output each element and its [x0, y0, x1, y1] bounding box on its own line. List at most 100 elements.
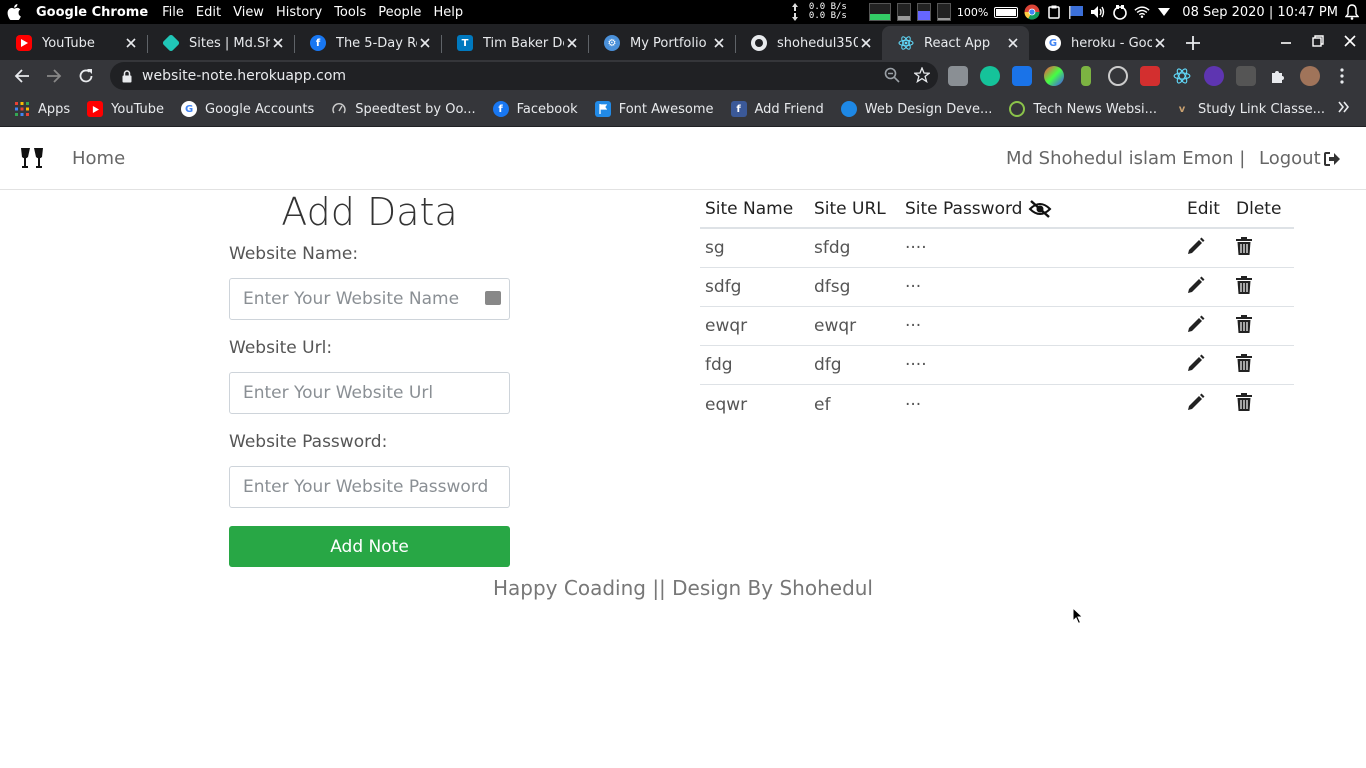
tab-netlify-sites[interactable]: Sites | Md.Sho [147, 26, 294, 60]
tab-github[interactable]: shohedul350/ [735, 26, 882, 60]
new-tab-button[interactable] [1176, 26, 1210, 60]
close-tab-icon[interactable] [858, 35, 874, 51]
extension-icon[interactable] [1081, 66, 1091, 86]
bookmark-google-accounts[interactable]: G Google Accounts [181, 101, 314, 117]
bookmark-tech-news[interactable]: Tech News Websi... [1009, 101, 1157, 117]
reload-button[interactable] [70, 60, 102, 92]
edit-button[interactable] [1182, 276, 1231, 299]
brand-logo-icon[interactable] [18, 146, 46, 170]
close-tab-icon[interactable] [123, 35, 139, 51]
bookmark-star-icon[interactable] [914, 67, 930, 83]
website-password-label: Website Password: [229, 432, 388, 452]
tab-facebook[interactable]: f The 5-Day Rea [294, 26, 441, 60]
menu-tools[interactable]: Tools [334, 5, 366, 20]
bookmark-speedtest[interactable]: Speedtest by Oo... [331, 101, 476, 117]
clock[interactable]: 08 Sep 2020 | 10:47 PM [1182, 5, 1338, 20]
delete-button[interactable] [1231, 353, 1294, 377]
bookmark-youtube[interactable]: YouTube [87, 101, 164, 117]
grammarly-icon[interactable] [980, 66, 1000, 86]
header-site-name: Site Name [705, 198, 794, 219]
forward-button[interactable] [38, 60, 70, 92]
close-window-button[interactable] [1334, 24, 1366, 58]
zoom-icon[interactable] [884, 67, 900, 83]
edit-button[interactable] [1182, 354, 1231, 377]
menu-view[interactable]: View [233, 5, 264, 20]
menu-help[interactable]: Help [433, 5, 463, 20]
profile-avatar-icon[interactable] [1300, 66, 1320, 86]
nav-home-link[interactable]: Home [72, 148, 125, 169]
close-tab-icon[interactable] [564, 35, 580, 51]
chrome-menu-icon[interactable] [1332, 66, 1352, 86]
edit-button[interactable] [1182, 315, 1231, 338]
minimize-button[interactable] [1270, 24, 1302, 58]
flag-icon[interactable] [1068, 4, 1084, 20]
bookmark-add-friend[interactable]: f Add Friend [730, 101, 824, 117]
bookmark-apps[interactable]: Apps [14, 101, 70, 117]
close-tab-icon[interactable] [270, 35, 286, 51]
restore-button[interactable] [1302, 24, 1334, 58]
active-app-name[interactable]: Google Chrome [36, 5, 148, 20]
delete-button[interactable] [1231, 314, 1294, 338]
url-text[interactable]: website-note.herokuapp.com [142, 68, 346, 84]
bookmark-facebook[interactable]: f Facebook [492, 101, 578, 117]
website-url-input[interactable]: Enter Your Website Url [229, 372, 510, 414]
tab-youtube[interactable]: YouTube [0, 26, 147, 60]
extension-icon[interactable] [948, 66, 968, 86]
extension-icon[interactable] [1140, 66, 1160, 86]
chrome-icon[interactable] [1024, 4, 1040, 20]
back-button[interactable] [6, 60, 38, 92]
volume-icon[interactable] [1090, 4, 1106, 20]
bookmark-study-link[interactable]: v Study Link Classe... [1174, 101, 1325, 117]
eye-slash-icon[interactable] [1028, 199, 1052, 218]
bookmark-label: Speedtest by Oo... [355, 101, 476, 117]
bookmarks-overflow-icon[interactable] [1338, 101, 1350, 117]
tray-app-icon[interactable] [1112, 4, 1128, 20]
extension-icon[interactable] [1236, 66, 1256, 86]
color-picker-icon[interactable] [1044, 66, 1064, 86]
delete-button[interactable] [1231, 236, 1294, 260]
website-password-input[interactable]: Enter Your Website Password [229, 466, 510, 508]
edit-button[interactable] [1182, 393, 1231, 416]
dropdown-caret-icon[interactable] [1156, 4, 1172, 20]
bookmark-font-awesome[interactable]: Font Awesome [594, 101, 714, 117]
close-tab-icon[interactable] [417, 35, 433, 51]
delete-button[interactable] [1231, 275, 1294, 299]
menu-edit[interactable]: Edit [196, 5, 221, 20]
close-tab-icon[interactable] [1152, 35, 1168, 51]
extension-icon[interactable] [1012, 66, 1032, 86]
delete-button[interactable] [1231, 393, 1294, 416]
tab-tim-baker[interactable]: T Tim Baker Dev [441, 26, 588, 60]
password-manager-icon[interactable] [485, 291, 501, 305]
tab-title: React App [924, 35, 991, 51]
notification-bell-icon[interactable] [1344, 4, 1360, 20]
tab-heroku-google[interactable]: G heroku - Goog [1029, 26, 1176, 60]
bookmark-label: Web Design Deve... [864, 101, 993, 117]
address-bar[interactable]: website-note.herokuapp.com [110, 62, 938, 90]
add-note-button[interactable]: Add Note [229, 526, 510, 567]
apple-icon[interactable] [2, 0, 26, 24]
header-site-password: Site Password [900, 199, 1182, 219]
edit-button[interactable] [1182, 237, 1231, 260]
tab-react-app[interactable]: React App [882, 26, 1029, 60]
menu-history[interactable]: History [276, 5, 322, 20]
clipboard-icon[interactable] [1046, 4, 1062, 20]
target-icon[interactable] [1108, 66, 1128, 86]
extension-icon[interactable] [1204, 66, 1224, 86]
menu-people[interactable]: People [378, 5, 421, 20]
react-devtools-icon[interactable] [1172, 66, 1192, 86]
battery-icon[interactable] [994, 6, 1019, 18]
bookmark-web-design[interactable]: Web Design Deve... [840, 101, 993, 117]
close-tab-icon[interactable] [711, 35, 727, 51]
os-menubar: Google Chrome File Edit View History Too… [0, 0, 1366, 24]
sites-table: Site Name Site URL Site Password Edit Dl… [700, 190, 1294, 424]
table-header: Site Name Site URL Site Password Edit Dl… [700, 190, 1294, 229]
close-tab-icon[interactable] [1005, 35, 1021, 51]
trash-icon [1236, 314, 1252, 333]
puzzle-extensions-icon[interactable] [1268, 66, 1288, 86]
cell-site-url: dfg [814, 355, 842, 375]
menu-file[interactable]: File [162, 5, 184, 20]
wifi-icon[interactable] [1134, 4, 1150, 20]
tab-portfolio[interactable]: ⚙ My Portfolio S [588, 26, 735, 60]
logout-link[interactable]: Logout [1259, 148, 1341, 169]
website-name-input[interactable]: Enter Your Website Name [229, 278, 510, 320]
